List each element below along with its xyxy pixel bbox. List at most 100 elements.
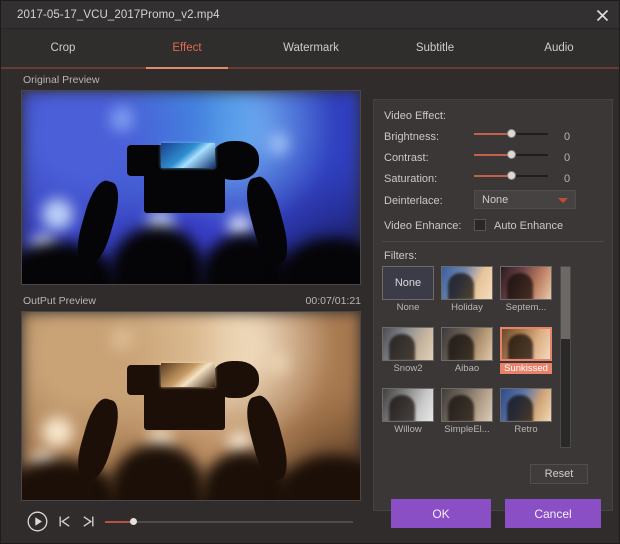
video-enhance-label: Video Enhance: (384, 220, 461, 232)
deinterlace-select[interactable]: None (474, 190, 576, 209)
window-title: 2017-05-17_VCU_2017Promo_v2.mp4 (17, 9, 220, 21)
tab-label: Crop (51, 42, 76, 54)
filter-name: Septem... (500, 302, 552, 313)
filter-item[interactable]: SimpleEl... (441, 388, 493, 438)
filter-preview-image (442, 389, 492, 421)
filter-thumbnail-snow2[interactable] (382, 327, 434, 361)
tab-label: Watermark (283, 42, 339, 54)
filter-thumbnail-none[interactable]: None (382, 266, 434, 300)
filter-preview-image (442, 267, 492, 299)
brightness-handle[interactable] (507, 129, 516, 138)
filter-item[interactable]: Septem... (500, 266, 552, 316)
tab-label: Effect (172, 42, 201, 54)
filter-thumbnail-holiday[interactable] (441, 266, 493, 300)
saturation-slider[interactable] (474, 170, 548, 182)
preview-timestamp: 00:07/01:21 (306, 295, 361, 307)
ok-button[interactable]: OK (391, 499, 491, 528)
filter-thumbnail-sunkissed[interactable] (500, 327, 552, 361)
filter-item[interactable]: Retro (500, 388, 552, 438)
contrast-handle[interactable] (507, 150, 516, 159)
filter-name: None (382, 302, 434, 313)
tab-label: Subtitle (416, 42, 454, 54)
deinterlace-label: Deinterlace: (384, 195, 443, 207)
auto-enhance-checkbox[interactable] (474, 219, 486, 231)
filter-item[interactable]: Willow (382, 388, 434, 438)
tab-active-underline (146, 67, 228, 69)
contrast-value: 0 (556, 152, 578, 164)
auto-enhance-label: Auto Enhance (494, 220, 563, 232)
output-frame-image (22, 312, 360, 500)
filter-item[interactable]: Sunkissed (500, 327, 552, 377)
play-icon[interactable] (27, 511, 48, 532)
tab-label: Audio (544, 42, 573, 54)
filter-preview-silhouette (508, 334, 533, 359)
chevron-down-icon (558, 198, 568, 203)
playback-controls (21, 509, 361, 535)
settings-column: Video Effect: Brightness: 0 Contrast: 0 … (371, 71, 620, 544)
filters-scroll-thumb[interactable] (561, 267, 570, 339)
seek-handle[interactable] (130, 518, 137, 525)
filter-thumbnail-retro[interactable] (500, 388, 552, 422)
tab-underline (1, 67, 620, 69)
filter-preview-image (501, 267, 551, 299)
output-preview-video[interactable] (21, 311, 361, 501)
brightness-fill (474, 133, 511, 135)
contrast-fill (474, 154, 511, 156)
saturation-label: Saturation: (384, 173, 437, 185)
filter-preview-silhouette (507, 273, 533, 300)
filter-name: Sunkissed (500, 363, 552, 374)
filter-thumbnail-september[interactable] (500, 266, 552, 300)
video-effect-title: Video Effect: (384, 110, 446, 122)
filter-name: Holiday (441, 302, 493, 313)
filter-thumbnail-aibao[interactable] (441, 327, 493, 361)
saturation-value: 0 (556, 173, 578, 185)
filter-thumbnail-willow[interactable] (382, 388, 434, 422)
filter-preview-image (442, 328, 492, 360)
preview-column: Original Preview (1, 71, 371, 544)
filter-preview-image (501, 389, 551, 421)
saturation-fill (474, 175, 511, 177)
saturation-handle[interactable] (507, 171, 516, 180)
contrast-label: Contrast: (384, 152, 429, 164)
filter-item[interactable]: Holiday (441, 266, 493, 316)
filter-name: Snow2 (382, 363, 434, 374)
brightness-value: 0 (556, 131, 578, 143)
tab-audio[interactable]: Audio (497, 29, 620, 67)
filter-preview-silhouette (448, 395, 474, 422)
next-frame-icon[interactable] (81, 514, 96, 529)
filter-name: SimpleEl... (441, 424, 493, 435)
deinterlace-value: None (482, 194, 508, 206)
original-preview-label: Original Preview (23, 74, 99, 86)
brightness-label: Brightness: (384, 131, 439, 143)
seek-slider[interactable] (105, 520, 353, 523)
filter-name: Retro (500, 424, 552, 435)
contrast-slider[interactable] (474, 149, 548, 161)
previous-frame-icon[interactable] (57, 514, 72, 529)
tab-crop[interactable]: Crop (1, 29, 125, 67)
filter-thumbnail-simpleelegance[interactable] (441, 388, 493, 422)
tab-bar: Crop Effect Watermark Subtitle Audio (1, 29, 620, 69)
close-icon[interactable] (589, 4, 615, 26)
filter-item[interactable]: Aibao (441, 327, 493, 377)
effect-panel: Video Effect: Brightness: 0 Contrast: 0 … (373, 99, 613, 511)
title-bar: 2017-05-17_VCU_2017Promo_v2.mp4 (1, 1, 620, 29)
original-frame-image (22, 91, 360, 284)
filter-preview-silhouette (389, 334, 415, 361)
cancel-button[interactable]: Cancel (505, 499, 601, 528)
tab-effect[interactable]: Effect (125, 29, 249, 67)
panel-divider (382, 241, 604, 242)
filter-item[interactable]: None None (382, 266, 434, 316)
tab-watermark[interactable]: Watermark (249, 29, 373, 67)
filter-item[interactable]: Snow2 (382, 327, 434, 377)
seek-track (105, 521, 353, 523)
tab-subtitle[interactable]: Subtitle (373, 29, 497, 67)
filter-name: Willow (382, 424, 434, 435)
filters-scrollbar[interactable] (560, 266, 571, 448)
filter-preview-silhouette (448, 273, 474, 300)
filter-name: Aibao (441, 363, 493, 374)
video-editor-dialog: 2017-05-17_VCU_2017Promo_v2.mp4 Crop Effe… (0, 0, 620, 544)
brightness-slider[interactable] (474, 128, 548, 140)
original-preview-video[interactable] (21, 90, 361, 285)
reset-button[interactable]: Reset (530, 464, 588, 484)
filter-preview-silhouette (507, 395, 533, 422)
